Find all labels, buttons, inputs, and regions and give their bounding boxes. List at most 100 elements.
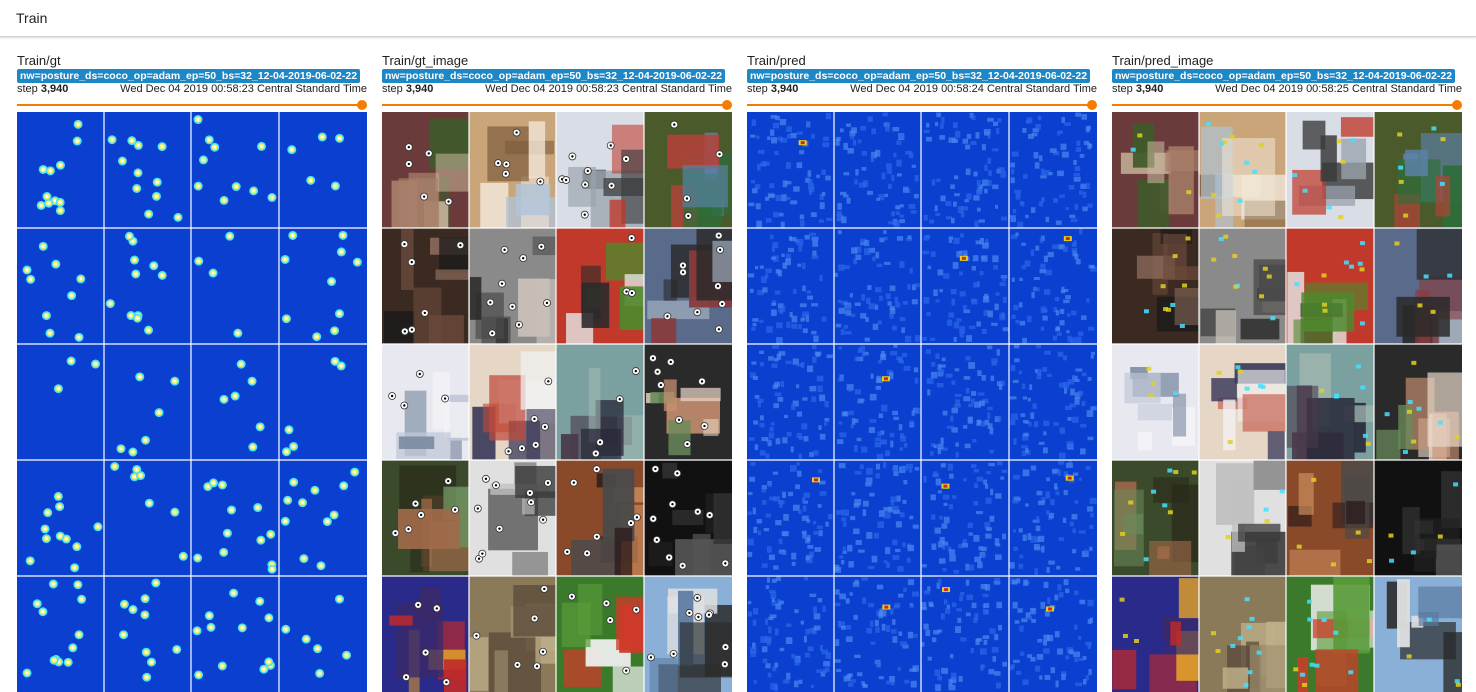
grid-cell bbox=[279, 112, 367, 228]
grid-cell bbox=[1374, 576, 1462, 692]
grid-cell bbox=[644, 344, 732, 460]
card-title: Train/pred bbox=[747, 53, 806, 68]
grid-cell bbox=[279, 344, 367, 460]
step-slider[interactable] bbox=[382, 100, 732, 110]
card-title: Train/gt_image bbox=[382, 53, 469, 68]
grid-cell bbox=[279, 228, 367, 344]
grid-cell bbox=[191, 344, 279, 460]
grid-cell bbox=[382, 460, 483, 576]
card-title: Train/gt bbox=[17, 53, 61, 68]
timestamp: Wed Dec 04 2019 00:58:25 Central Standar… bbox=[1215, 83, 1462, 95]
step-value: 3,940 bbox=[770, 83, 799, 95]
grid-cell bbox=[921, 576, 1009, 692]
grid-cell bbox=[1286, 228, 1374, 363]
step-label: step 3,940 bbox=[382, 83, 434, 95]
timestamp: Wed Dec 04 2019 00:58:24 Central Standar… bbox=[850, 83, 1097, 95]
image-grid[interactable] bbox=[17, 112, 367, 692]
image-grid[interactable] bbox=[382, 112, 732, 692]
timestamp: Wed Dec 04 2019 00:58:23 Central Standar… bbox=[120, 83, 367, 95]
card-title: Train/pred_image bbox=[1112, 53, 1214, 68]
grid-cell bbox=[1009, 228, 1097, 344]
grid-cell bbox=[834, 112, 921, 228]
grid-cell bbox=[1112, 344, 1199, 460]
image-card-train-pred-image: Train/pred_image nw=posture_ds=coco_op=a… bbox=[1112, 52, 1462, 692]
image-grid[interactable] bbox=[747, 112, 1097, 692]
grid-cell bbox=[747, 460, 834, 576]
grid-cell bbox=[834, 460, 921, 576]
slider-track bbox=[1112, 104, 1458, 106]
grid-cell bbox=[279, 576, 367, 692]
step-slider[interactable] bbox=[17, 100, 367, 110]
step-value: 3,940 bbox=[1135, 83, 1164, 95]
image-grid-canvas bbox=[382, 112, 732, 692]
image-grid-canvas bbox=[1112, 112, 1462, 692]
grid-cell bbox=[382, 576, 469, 692]
slider-thumb[interactable] bbox=[1087, 100, 1097, 110]
step-label: step 3,940 bbox=[17, 83, 69, 95]
step-value: 3,940 bbox=[405, 83, 434, 95]
grid-cell bbox=[104, 228, 191, 344]
section-header[interactable]: Train bbox=[0, 0, 1476, 37]
image-grid[interactable] bbox=[1112, 112, 1462, 692]
grid-cell bbox=[1009, 460, 1097, 576]
grid-cell bbox=[104, 460, 191, 576]
image-grid-canvas bbox=[747, 112, 1097, 692]
grid-cell bbox=[17, 344, 104, 460]
run-badge: nw=posture_ds=coco_op=adam_ep=50_bs=32_1… bbox=[382, 69, 726, 83]
grid-cell bbox=[279, 460, 367, 576]
grid-cell bbox=[747, 344, 834, 460]
grid-cell bbox=[17, 228, 104, 344]
slider-thumb[interactable] bbox=[722, 100, 732, 110]
grid-cell bbox=[104, 112, 191, 228]
section-title: Train bbox=[16, 10, 48, 26]
step-row: step 3,940 Wed Dec 04 2019 00:58:23 Cent… bbox=[17, 83, 367, 95]
grid-cell bbox=[17, 112, 104, 228]
grid-cell bbox=[747, 576, 834, 692]
grid-cell bbox=[921, 228, 1009, 344]
run-badge: nw=posture_ds=coco_op=adam_ep=50_bs=32_1… bbox=[1112, 69, 1456, 83]
grid-cell bbox=[1374, 112, 1462, 237]
grid-cell bbox=[834, 344, 921, 461]
image-card-train-pred: Train/pred nw=posture_ds=coco_op=adam_ep… bbox=[747, 52, 1097, 692]
grid-cell bbox=[1286, 112, 1380, 228]
slider-track bbox=[747, 104, 1093, 106]
step-label: step 3,940 bbox=[747, 83, 799, 95]
grid-cell bbox=[104, 344, 191, 460]
grid-cell bbox=[1286, 576, 1381, 692]
grid-cell bbox=[191, 460, 279, 576]
grid-cell bbox=[921, 344, 1009, 460]
grid-cell bbox=[644, 228, 732, 351]
step-row: step 3,940 Wed Dec 04 2019 00:58:23 Cent… bbox=[382, 83, 732, 95]
grid-cell bbox=[1009, 576, 1097, 692]
grid-cell bbox=[747, 112, 834, 229]
slider-track bbox=[17, 104, 363, 106]
step-row: step 3,940 Wed Dec 04 2019 00:58:24 Cent… bbox=[747, 83, 1097, 95]
image-card-train-gt: Train/gt nw=posture_ds=coco_op=adam_ep=5… bbox=[17, 52, 367, 692]
grid-cell bbox=[104, 576, 191, 692]
step-slider[interactable] bbox=[1112, 100, 1462, 110]
grid-cell bbox=[747, 228, 834, 344]
step-value: 3,940 bbox=[40, 83, 69, 95]
step-row: step 3,940 Wed Dec 04 2019 00:58:25 Cent… bbox=[1112, 83, 1462, 95]
grid-cell bbox=[191, 112, 279, 228]
grid-cell bbox=[1374, 344, 1462, 474]
grid-cell bbox=[834, 228, 922, 344]
grid-cell bbox=[1009, 112, 1097, 229]
slider-thumb[interactable] bbox=[357, 100, 367, 110]
grid-cell bbox=[921, 112, 1009, 228]
grid-cell bbox=[191, 576, 279, 692]
timestamp: Wed Dec 04 2019 00:58:23 Central Standar… bbox=[485, 83, 732, 95]
grid-cell bbox=[644, 460, 732, 584]
grid-cell bbox=[1009, 344, 1097, 460]
slider-thumb[interactable] bbox=[1452, 100, 1462, 110]
grid-cell bbox=[1199, 344, 1294, 469]
slider-track bbox=[382, 104, 728, 106]
grid-cell bbox=[1112, 112, 1213, 244]
grid-cell bbox=[17, 460, 104, 576]
run-badge: nw=posture_ds=coco_op=adam_ep=50_bs=32_1… bbox=[17, 69, 361, 83]
grid-cell bbox=[17, 576, 104, 692]
run-badge: nw=posture_ds=coco_op=adam_ep=50_bs=32_1… bbox=[747, 69, 1091, 83]
image-card-train-gt-image: Train/gt_image nw=posture_ds=coco_op=ada… bbox=[382, 52, 732, 692]
image-grid-canvas bbox=[17, 112, 367, 692]
step-slider[interactable] bbox=[747, 100, 1097, 110]
